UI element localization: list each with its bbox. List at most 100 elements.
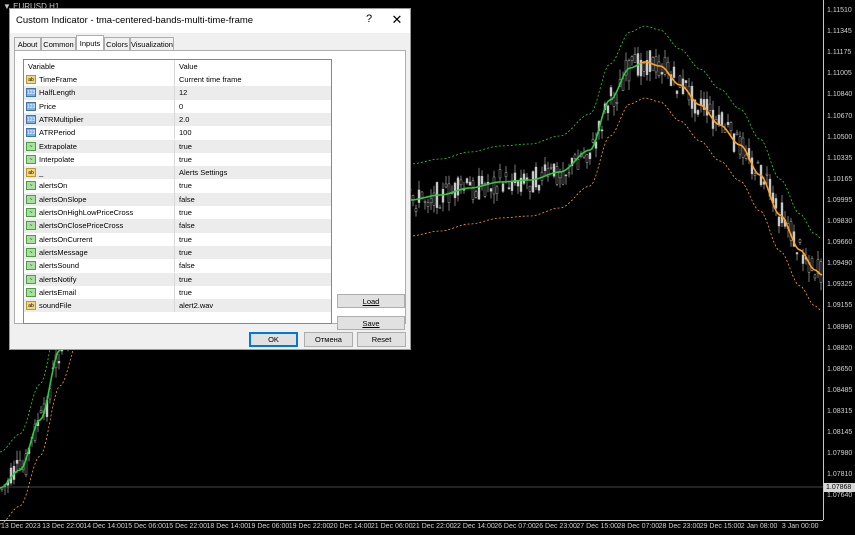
load-button[interactable]: Load: [337, 294, 405, 308]
time-tick-label: 22 Dec 14:00: [453, 523, 495, 530]
param-name: TimeFrame: [39, 75, 78, 84]
price-tick-label: 1.10840: [827, 91, 853, 99]
bool-type-icon: ~: [26, 154, 36, 164]
candle-body: [672, 66, 676, 78]
param-value[interactable]: false: [174, 219, 331, 233]
candle-body: [606, 105, 610, 114]
param-value[interactable]: false: [174, 192, 331, 206]
price-tick-label: 1.08820: [827, 344, 853, 352]
price-tick-label: 1.08990: [827, 323, 853, 331]
param-value[interactable]: true: [174, 285, 331, 300]
param-row[interactable]: ~ alertsOnSlope false: [24, 192, 331, 206]
dialog-titlebar[interactable]: Custom Indicator - tma-centered-bands-mu…: [10, 9, 410, 33]
param-row[interactable]: ~ alertsOnCurrent true: [24, 232, 331, 246]
tab-about[interactable]: About: [14, 37, 41, 50]
candle-body: [564, 174, 568, 177]
param-name: _: [39, 168, 44, 178]
time-tick-label: 19 Dec 06:00: [247, 523, 290, 530]
candle-body: [549, 166, 553, 169]
time-tick-label: 29 Dec 15:00: [699, 523, 742, 530]
num-type-icon: 123: [26, 128, 36, 138]
save-button[interactable]: Save: [337, 316, 405, 330]
param-name: alertsMessage: [39, 247, 88, 257]
candle-body: [819, 261, 823, 283]
param-name: Interpolate: [39, 154, 75, 164]
param-value[interactable]: true: [174, 272, 331, 286]
parameters-grid: Variable Value ab TimeFrame Current time f…: [23, 59, 332, 324]
price-tick-label: 1.11175: [827, 49, 852, 57]
candle-body: [573, 154, 577, 159]
param-row[interactable]: ~ alertsSound false: [24, 259, 331, 273]
param-row[interactable]: ab soundFile alert2.wav: [24, 299, 331, 313]
price-tick-label: 1.10670: [827, 112, 853, 120]
param-value[interactable]: 12: [174, 86, 331, 100]
param-variable-cell: ab _: [24, 166, 174, 179]
param-value[interactable]: 100: [174, 126, 331, 140]
price-tick-label: 1.08485: [827, 386, 853, 394]
column-header-variable[interactable]: Variable: [24, 60, 174, 73]
cancel-button[interactable]: Отмена: [304, 332, 353, 347]
param-row[interactable]: ~ alertsNotify true: [24, 272, 331, 286]
param-value[interactable]: true: [174, 139, 331, 153]
param-row[interactable]: ~ alertsEmail true: [24, 285, 331, 300]
close-icon[interactable]: ✕: [389, 12, 405, 28]
time-tick-label: 15 Dec 22:00: [165, 523, 208, 530]
candle-body: [417, 189, 421, 203]
param-value[interactable]: false: [174, 259, 331, 273]
param-value[interactable]: alert2.wav: [174, 299, 331, 313]
ok-button[interactable]: OK: [249, 332, 298, 347]
candle-body: [423, 201, 427, 203]
param-value[interactable]: Current time frame: [174, 73, 331, 87]
param-row[interactable]: 123 ATRPeriod 100: [24, 126, 331, 140]
param-value[interactable]: true: [174, 152, 331, 167]
param-name: soundFile: [39, 301, 72, 311]
param-value[interactable]: true: [174, 179, 331, 193]
candle-body: [609, 87, 613, 97]
time-tick-label: 14 Dec 14:00: [83, 523, 125, 530]
candle-body: [663, 57, 667, 75]
param-row[interactable]: ~ alertsMessage true: [24, 245, 331, 260]
param-row[interactable]: 123 ATRMultiplier 2.0: [24, 112, 331, 127]
param-row[interactable]: ~ alertsOn true: [24, 179, 331, 193]
tab-visualization[interactable]: Visualization: [130, 37, 174, 50]
candle-body: [696, 110, 700, 115]
price-tick-label: 1.11005: [827, 70, 852, 78]
candle-body: [630, 56, 634, 61]
param-row[interactable]: ~ alertsOnHighLowPriceCross true: [24, 206, 331, 220]
tab-colors[interactable]: Colors: [104, 37, 130, 50]
candle-body: [588, 152, 592, 159]
param-value[interactable]: true: [174, 245, 331, 260]
time-tick-label: 15 Dec 06:00: [124, 523, 166, 530]
param-variable-cell: ~ alertsMessage: [24, 246, 174, 259]
price-tick-label: 1.10335: [827, 154, 853, 162]
candle-body: [765, 173, 769, 176]
param-value[interactable]: true: [174, 206, 331, 220]
param-value[interactable]: true: [174, 232, 331, 246]
candle-body: [720, 112, 724, 125]
param-name: Price: [39, 101, 57, 111]
tab-common[interactable]: Common: [41, 37, 76, 50]
tab-inputs[interactable]: Inputs: [76, 35, 104, 50]
time-tick-label: 2 Jan 08:00: [740, 523, 778, 530]
help-button[interactable]: ?: [362, 13, 376, 25]
bool-type-icon: ~: [26, 181, 36, 191]
candle-body: [477, 175, 481, 200]
param-row[interactable]: ab _ Alerts Settings: [24, 166, 331, 180]
candle-body: [633, 54, 637, 63]
param-value[interactable]: Alerts Settings: [174, 166, 331, 180]
grid-header: Variable Value: [24, 60, 331, 73]
load-button-label: Load: [362, 297, 380, 306]
price-tick-label: 1.09830: [827, 218, 853, 225]
param-row[interactable]: ab TimeFrame Current time frame: [24, 73, 331, 87]
param-row[interactable]: ~ Interpolate true: [24, 152, 331, 167]
candle-body: [780, 202, 784, 224]
reset-button[interactable]: Reset: [357, 332, 406, 347]
param-row[interactable]: ~ alertsOnClosePriceCross false: [24, 219, 331, 233]
column-header-value[interactable]: Value: [174, 60, 331, 73]
param-row[interactable]: 123 Price 0: [24, 99, 331, 113]
param-value[interactable]: 0: [174, 99, 331, 113]
param-row[interactable]: 123 HalfLength 12: [24, 86, 331, 100]
param-row[interactable]: ~ Extrapolate true: [24, 139, 331, 153]
price-tick-label: 1.07980: [827, 450, 853, 458]
param-value[interactable]: 2.0: [174, 112, 331, 127]
